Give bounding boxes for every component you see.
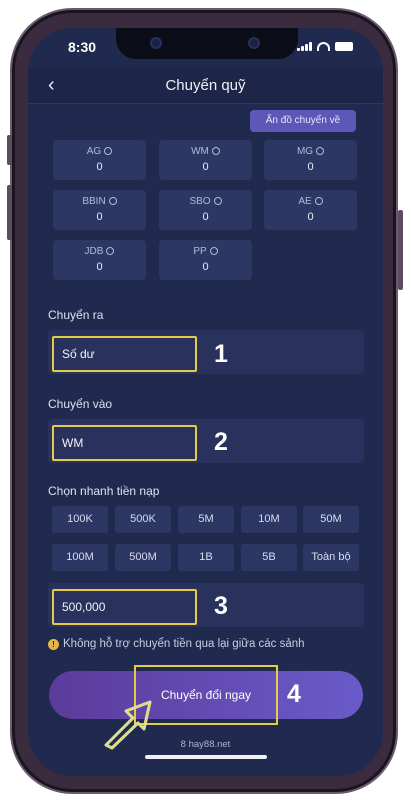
quick-amount-5b[interactable]: 5B xyxy=(241,544,297,571)
quick-amount-1b[interactable]: 1B xyxy=(178,544,234,571)
quick-amount-all[interactable]: Toàn bộ xyxy=(303,544,359,571)
quick-amount-5m[interactable]: 5M xyxy=(178,506,234,533)
transfer-in-field[interactable]: WM xyxy=(48,419,364,463)
wallet-name: WM xyxy=(159,146,252,157)
mute-button xyxy=(7,135,12,165)
app-screen: 8:30 ‹ Chuyển quỹ Ẩn đồ chuyển về AG 0 W… xyxy=(28,28,383,776)
quick-amount-50m[interactable]: 50M xyxy=(303,506,359,533)
wallet-name: SBO xyxy=(159,196,252,207)
signal-icon xyxy=(297,42,312,51)
wallet-name: MG xyxy=(264,146,357,157)
status-icons xyxy=(297,42,353,51)
wallet-balance: 0 xyxy=(96,261,103,273)
wallet-name: BBIN xyxy=(53,196,146,207)
wallet-jdb: JDB 0 xyxy=(53,240,146,280)
hide-wallets-button[interactable]: Ẩn đồ chuyển về xyxy=(250,110,356,132)
wallet-sbo: SBO 0 xyxy=(159,190,252,230)
power-button xyxy=(398,210,403,290)
step-1-marker: 1 xyxy=(214,340,228,368)
wallet-mg: MG 0 xyxy=(264,140,357,180)
wallet-balance: 0 xyxy=(202,261,209,273)
info-icon: ! xyxy=(48,639,59,650)
home-indicator xyxy=(145,755,267,759)
quick-amount-100m[interactable]: 100M xyxy=(52,544,108,571)
quick-amount-10m[interactable]: 10M xyxy=(241,506,297,533)
wallet-name: PP xyxy=(159,246,252,257)
transfer-now-button[interactable]: Chuyển đổi ngay xyxy=(134,665,278,725)
status-time: 8:30 xyxy=(68,39,97,55)
quick-amount-500m[interactable]: 500M xyxy=(115,544,171,571)
wallet-pp: PP 0 xyxy=(159,240,252,280)
wallet-balance: 0 xyxy=(202,211,209,223)
amount-input[interactable]: 500,000 xyxy=(52,589,197,625)
quick-amount-100k[interactable]: 100K xyxy=(52,506,108,533)
battery-icon xyxy=(335,42,353,51)
transfer-out-select[interactable]: Số dư xyxy=(52,336,197,372)
transfer-in-select[interactable]: WM xyxy=(52,425,197,461)
wallet-ae: AE 0 xyxy=(264,190,357,230)
transfer-out-field[interactable]: Số dư xyxy=(48,330,364,374)
transfer-out-label: Chuyển ra xyxy=(48,308,104,322)
wallet-balance: 0 xyxy=(96,211,103,223)
wifi-icon xyxy=(317,42,330,51)
page-title: Chuyển quỹ xyxy=(165,77,246,94)
notice-text: Không hỗ trợ chuyển tiền qua lại giữa cá… xyxy=(63,638,305,650)
wallet-name: AG xyxy=(53,146,146,157)
wallet-balance: 0 xyxy=(307,211,314,223)
volume-up-button xyxy=(7,185,12,240)
wallet-wm: WM 0 xyxy=(159,140,252,180)
wallet-bbin: BBIN 0 xyxy=(53,190,146,230)
sensor-icon xyxy=(248,37,260,49)
wallet-name: JDB xyxy=(53,246,146,257)
quick-select-label: Chọn nhanh tiền nạp xyxy=(48,484,160,498)
step-3-marker: 3 xyxy=(214,592,228,620)
wallet-balance: 0 xyxy=(202,161,209,173)
notice-text-row: ! Không hỗ trợ chuyển tiền qua lại giữa c… xyxy=(48,638,305,650)
wallet-balance: 0 xyxy=(96,161,103,173)
wallet-balance: 0 xyxy=(307,161,314,173)
camera-icon xyxy=(150,37,162,49)
step-2-marker: 2 xyxy=(214,428,228,456)
nav-bar: ‹ Chuyển quỹ xyxy=(28,68,383,104)
step-4-marker: 4 xyxy=(287,680,301,708)
pointer-cursor-icon xyxy=(102,698,154,755)
notch xyxy=(116,28,298,59)
transfer-in-label: Chuyển vào xyxy=(48,397,113,411)
site-footer: 8 hay88.net xyxy=(180,739,231,750)
amount-field[interactable]: 500,000 xyxy=(48,583,364,627)
quick-amount-500k[interactable]: 500K xyxy=(115,506,171,533)
wallet-ag: AG 0 xyxy=(53,140,146,180)
wallet-name: AE xyxy=(264,196,357,207)
